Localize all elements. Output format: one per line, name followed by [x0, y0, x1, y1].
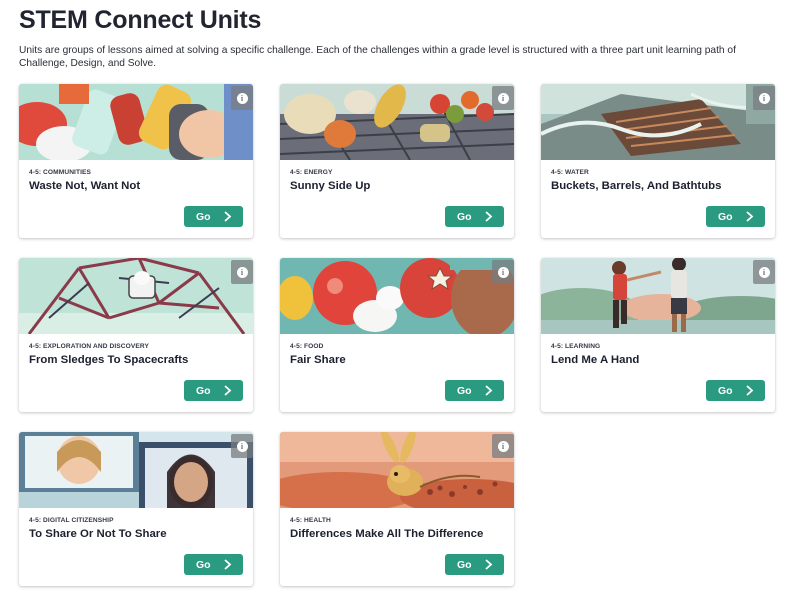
unit-image[interactable]: i — [280, 84, 514, 160]
unit-title[interactable]: Sunny Side Up — [290, 180, 370, 192]
chevron-right-icon — [485, 385, 493, 396]
unit-category: 4-5: EXPLORATION AND DISCOVERY — [29, 343, 149, 350]
info-button[interactable]: i — [492, 260, 514, 284]
unit-image[interactable]: i — [19, 84, 253, 160]
unit-image[interactable]: i — [280, 258, 514, 334]
go-button[interactable]: Go — [184, 554, 243, 575]
go-button[interactable]: Go — [445, 554, 504, 575]
unit-card-waste-not: i 4-5: COMMUNITIES Waste Not, Want Not G… — [19, 84, 253, 238]
unit-image[interactable]: i — [541, 84, 775, 160]
unit-card-sledges-spacecrafts: i 4-5: EXPLORATION AND DISCOVERY From Sl… — [19, 258, 253, 412]
unit-category: 4-5: WATER — [551, 169, 589, 176]
unit-category: 4-5: LEARNING — [551, 343, 601, 350]
info-button[interactable]: i — [231, 434, 253, 458]
info-icon: i — [758, 266, 770, 278]
go-button-label: Go — [718, 384, 733, 397]
unit-category: 4-5: ENERGY — [290, 169, 333, 176]
chevron-right-icon — [485, 211, 493, 222]
go-button[interactable]: Go — [184, 206, 243, 227]
go-button-label: Go — [457, 558, 472, 571]
go-button-label: Go — [196, 210, 211, 223]
unit-title[interactable]: Buckets, Barrels, And Bathtubs — [551, 180, 721, 192]
unit-image[interactable]: i — [19, 258, 253, 334]
chevron-right-icon — [224, 559, 232, 570]
unit-card-to-share-or-not: i 4-5: DIGITAL CITIZENSHIP To Share Or N… — [19, 432, 253, 586]
go-button[interactable]: Go — [706, 206, 765, 227]
go-button[interactable]: Go — [706, 380, 765, 401]
go-button-label: Go — [457, 210, 472, 223]
unit-title[interactable]: Fair Share — [290, 354, 346, 366]
units-grid: i 4-5: COMMUNITIES Waste Not, Want Not G… — [19, 84, 781, 594]
unit-category: 4-5: FOOD — [290, 343, 324, 350]
go-button-label: Go — [196, 384, 211, 397]
unit-title[interactable]: From Sledges To Spacecrafts — [29, 354, 188, 366]
page-description: Units are groups of lessons aimed at sol… — [19, 45, 736, 69]
info-icon: i — [497, 440, 509, 452]
unit-category: 4-5: HEALTH — [290, 517, 331, 524]
info-button[interactable]: i — [231, 86, 253, 110]
go-button[interactable]: Go — [445, 206, 504, 227]
unit-title[interactable]: Lend Me A Hand — [551, 354, 639, 366]
info-button[interactable]: i — [753, 86, 775, 110]
unit-image[interactable]: i — [19, 432, 253, 508]
unit-category: 4-5: COMMUNITIES — [29, 169, 92, 176]
info-icon: i — [497, 266, 509, 278]
chevron-right-icon — [224, 385, 232, 396]
info-button[interactable]: i — [492, 86, 514, 110]
unit-image[interactable]: i — [280, 432, 514, 508]
chevron-right-icon — [746, 211, 754, 222]
unit-title[interactable]: Waste Not, Want Not — [29, 180, 140, 192]
unit-card-fair-share: i 4-5: FOOD Fair Share Go — [280, 258, 514, 412]
unit-card-lend-me-a-hand: i 4-5: LEARNING Lend Me A Hand Go — [541, 258, 775, 412]
info-icon: i — [236, 440, 248, 452]
unit-category: 4-5: DIGITAL CITIZENSHIP — [29, 517, 114, 524]
go-button-label: Go — [457, 384, 472, 397]
info-icon: i — [758, 92, 770, 104]
go-button-label: Go — [718, 210, 733, 223]
info-icon: i — [236, 92, 248, 104]
chevron-right-icon — [224, 211, 232, 222]
info-button[interactable]: i — [492, 434, 514, 458]
unit-card-differences: i 4-5: HEALTH Differences Make All The D… — [280, 432, 514, 586]
info-icon: i — [497, 92, 509, 104]
chevron-right-icon — [485, 559, 493, 570]
info-button[interactable]: i — [753, 260, 775, 284]
page-title: STEM Connect Units — [19, 6, 262, 34]
unit-title[interactable]: Differences Make All The Difference — [290, 528, 483, 540]
chevron-right-icon — [746, 385, 754, 396]
info-icon: i — [236, 266, 248, 278]
info-button[interactable]: i — [231, 260, 253, 284]
go-button[interactable]: Go — [184, 380, 243, 401]
unit-image[interactable]: i — [541, 258, 775, 334]
unit-card-buckets-barrels: i 4-5: WATER Buckets, Barrels, And Batht… — [541, 84, 775, 238]
go-button-label: Go — [196, 558, 211, 571]
unit-title[interactable]: To Share Or Not To Share — [29, 528, 167, 540]
unit-card-sunny-side-up: i 4-5: ENERGY Sunny Side Up Go — [280, 84, 514, 238]
go-button[interactable]: Go — [445, 380, 504, 401]
